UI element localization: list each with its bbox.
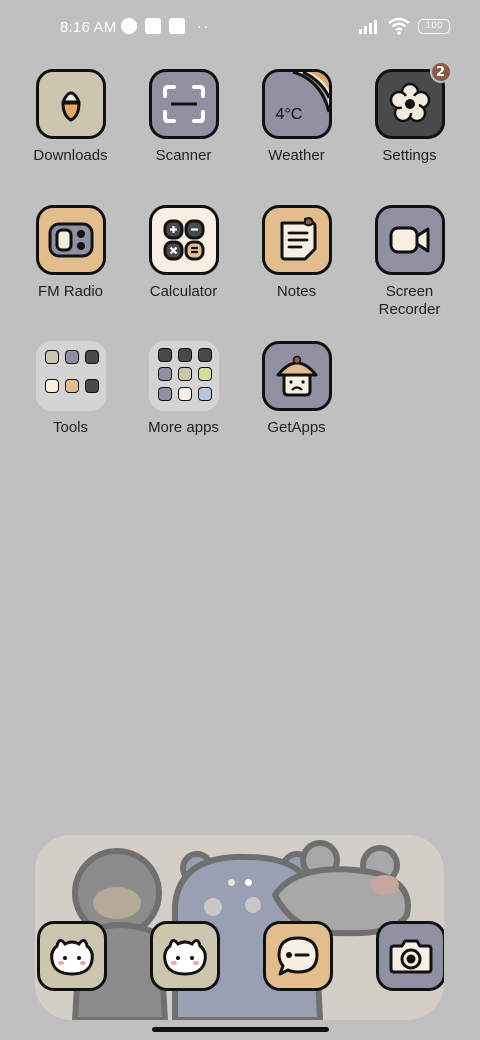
app-getapps[interactable]: GetApps [240,341,353,437]
dock-app-bunny-2[interactable] [150,921,220,991]
mini-app-icon [44,379,59,393]
app-label: FM Radio [37,283,104,300]
video-camera-icon [374,205,445,275]
bunny-icon [163,939,207,976]
mini-app-icon [197,348,212,362]
scan-icon [148,69,219,139]
app-downloads[interactable]: Downloads [14,69,127,165]
weather-temp: 4°C [275,106,303,123]
dock-app-bunny-1[interactable] [37,921,107,991]
wifi-icon [388,17,410,35]
app-label: Weather [268,147,325,164]
app-label: Tools [52,419,89,436]
folder-more-apps[interactable]: More apps [127,341,240,437]
mini-app-icon [44,350,59,364]
acorn-icon [35,69,106,139]
radio-icon [35,205,106,275]
folder-icon [35,341,106,411]
dock-app-camera[interactable] [376,921,444,991]
app-label: More apps [148,419,219,436]
dock [35,835,444,1020]
page-dot-active[interactable] [245,879,252,886]
label-line: Screen [385,283,434,300]
mini-app-icon [64,379,79,393]
calculator-icon [148,205,219,275]
mini-app-icon [177,386,192,401]
weather-icon: 4°C [261,69,332,139]
app-calculator[interactable]: Calculator [127,205,240,301]
app-label: Screen Recorder [353,283,466,319]
app-label: Calculator [149,283,218,300]
notification-icons: ·· [121,18,210,34]
app-label: Notes [276,283,317,300]
notification-badge: 2 [429,61,452,83]
app-notes[interactable]: Notes [240,205,353,301]
mini-app-icon [157,367,172,382]
system-icons: 100 [358,17,450,35]
mini-app-icon [197,386,212,401]
folder-icon [148,341,219,411]
app-label: Downloads [33,147,108,164]
app-screen-recorder[interactable]: Screen Recorder [353,205,466,319]
mini-app-icon [84,379,99,393]
note-icon [261,205,332,275]
mini-app-icon [64,350,79,364]
battery-indicator: 100 [418,18,450,34]
folder-tools[interactable]: Tools [14,341,127,437]
mini-app-icon [84,350,99,364]
more-notifications-icon: ·· [197,18,211,34]
mini-app-icon [157,348,172,362]
app-label: GetApps [267,419,326,436]
app-label: Scanner [155,147,212,164]
upload-notification-icon [169,18,185,34]
home-indicator[interactable] [152,1027,329,1032]
mini-app-icon [177,348,192,362]
app-fm-radio[interactable]: FM Radio [14,205,127,301]
app-settings[interactable]: 2 Settings [353,61,466,165]
flower-gear-icon: 2 [374,61,452,139]
app-scanner[interactable]: Scanner [127,69,240,165]
dock-app-messages[interactable] [263,921,333,991]
bunny-icon [50,939,94,976]
app-weather[interactable]: 4°C Weather [240,69,353,165]
app-notification-icon [121,18,137,34]
page-dot[interactable] [228,879,235,886]
camera-icon [389,939,433,974]
signal-icon [359,20,377,34]
mini-app-icon [157,386,172,401]
sad-mushroom-icon [261,341,332,411]
status-time: 8:16 AM [60,19,117,36]
mini-app-icon [197,367,212,382]
message-icon [277,936,319,976]
label-line: Recorder [378,301,441,318]
status-bar: 8:16 AM ·· 100 [0,0,480,56]
mini-app-icon [177,367,192,382]
app-label: Settings [382,147,437,164]
page-indicator [228,879,252,886]
square-notification-icon [145,18,161,34]
